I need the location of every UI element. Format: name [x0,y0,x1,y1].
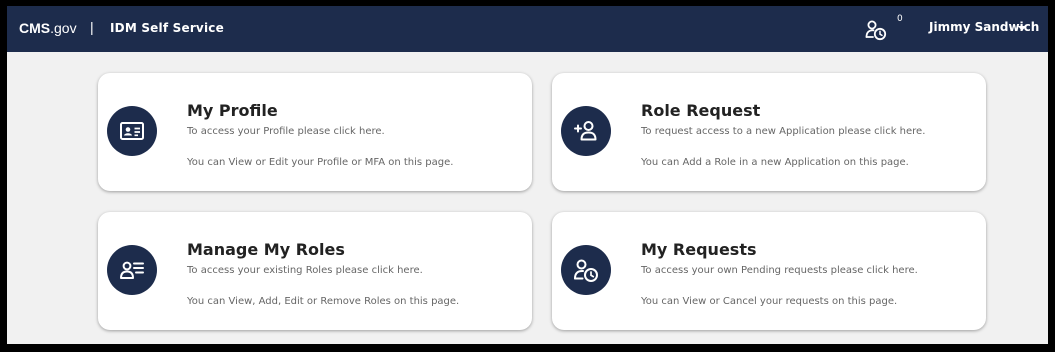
header-separator: | [90,19,94,35]
card-description: To access your Profile please click here… [187,126,385,137]
card-detail: You can View, Add, Edit or Remove Roles … [187,296,460,307]
brand-domain: .gov [50,20,77,36]
card-description: To request access to a new Application p… [641,126,926,137]
user-clock-icon [865,20,887,41]
card-icon-circle [561,245,611,295]
user-list-icon [120,261,144,279]
card-detail: You can View or Cancel your requests on … [641,296,898,307]
user-plus-icon [574,121,597,141]
id-card-icon [120,122,144,140]
caret-down-icon[interactable] [1018,26,1026,31]
card-title: Role Request [641,101,761,120]
card-description: To access your own Pending requests plea… [641,265,918,276]
card-icon-circle [107,106,157,156]
card-title: Manage My Roles [187,240,345,259]
card-icon-circle [561,106,611,156]
card-icon-circle [107,245,157,295]
my-requests-card[interactable]: My Requests To access your own Pending r… [552,212,986,330]
pending-requests-count: 0 [897,14,903,24]
app-frame: CMS.gov | IDM Self Service 0 Jimmy Sandw… [7,6,1048,344]
brand-name: CMS [19,20,51,36]
brand-logo[interactable]: CMS.gov [19,20,77,36]
card-description: To access your existing Roles please cli… [187,265,423,276]
card-title: My Profile [187,101,278,120]
card-title: My Requests [641,240,757,259]
user-clock-icon [574,259,598,282]
my-profile-card[interactable]: My Profile To access your Profile please… [98,73,532,191]
card-detail: You can Add a Role in a new Application … [641,157,909,168]
top-navigation-bar: CMS.gov | IDM Self Service 0 Jimmy Sandw… [7,6,1048,52]
card-detail: You can View or Edit your Profile or MFA… [187,157,454,168]
role-request-card[interactable]: Role Request To request access to a new … [552,73,986,191]
app-title: IDM Self Service [110,21,224,35]
pending-requests-button[interactable] [865,19,887,41]
manage-my-roles-card[interactable]: Manage My Roles To access your existing … [98,212,532,330]
